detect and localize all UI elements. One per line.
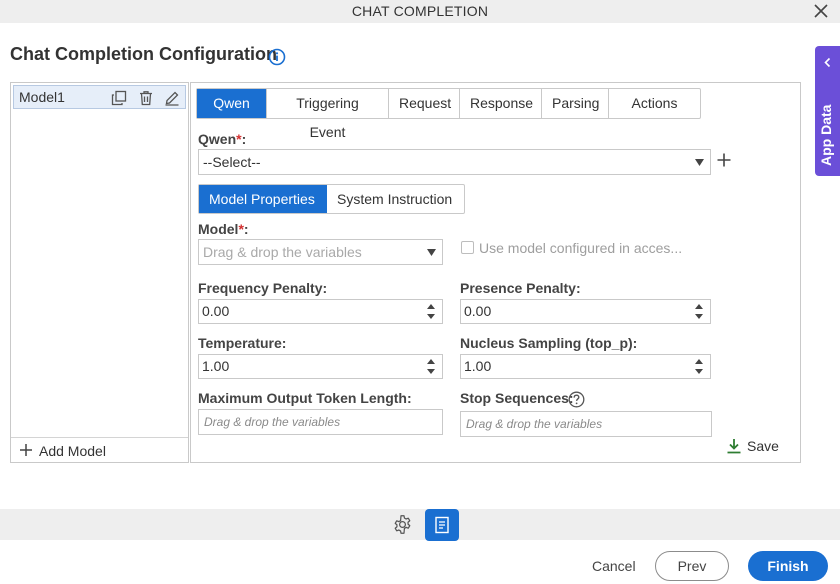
- model-label: Model*:: [198, 221, 249, 237]
- copy-icon[interactable]: [111, 90, 127, 106]
- config-panel: Qwen Triggering Event Request Response P…: [190, 82, 801, 463]
- caret-down-icon: [695, 159, 704, 166]
- temperature-label: Temperature:: [198, 335, 287, 351]
- document-view-button[interactable]: [425, 509, 459, 541]
- nucleus-sampling-value: 1.00: [464, 358, 492, 374]
- trash-icon[interactable]: [138, 90, 154, 106]
- stop-sequences-input[interactable]: Drag & drop the variables: [460, 411, 712, 437]
- subtab-system-instruction[interactable]: System Instruction: [327, 185, 464, 213]
- add-model-label: Add Model: [39, 443, 106, 459]
- tab-parsing[interactable]: Parsing: [542, 89, 609, 118]
- nucleus-sampling-label: Nucleus Sampling (top_p):: [460, 335, 638, 351]
- temperature-value: 1.00: [202, 358, 230, 374]
- presence-penalty-input[interactable]: 0.00: [460, 299, 711, 324]
- document-icon: [435, 516, 449, 534]
- frequency-penalty-label: Frequency Penalty:: [198, 280, 328, 296]
- qwen-connection-select[interactable]: --Select--: [198, 149, 711, 175]
- stop-sequences-placeholder: Drag & drop the variables: [466, 417, 603, 431]
- info-icon[interactable]: [268, 48, 286, 66]
- caret-down-icon: [427, 249, 436, 256]
- frequency-penalty-value: 0.00: [202, 303, 230, 319]
- max-token-length-input[interactable]: Drag & drop the variables: [198, 409, 443, 435]
- help-icon[interactable]: [568, 391, 585, 408]
- tab-qwen[interactable]: Qwen: [197, 89, 267, 118]
- tab-request[interactable]: Request: [389, 89, 460, 118]
- chevron-left-icon: [824, 57, 831, 68]
- gear-icon[interactable]: [392, 514, 413, 535]
- window-titlebar: CHAT COMPLETION: [0, 0, 840, 23]
- model-select[interactable]: Drag & drop the variables: [198, 239, 443, 265]
- spinner-icon[interactable]: [427, 358, 435, 375]
- plus-icon: [20, 444, 32, 456]
- add-model-button[interactable]: Add Model: [11, 437, 188, 462]
- finish-button[interactable]: Finish: [748, 551, 828, 581]
- presence-penalty-label: Presence Penalty:: [460, 280, 581, 296]
- subtab-model-properties[interactable]: Model Properties: [199, 185, 327, 213]
- presence-penalty-value: 0.00: [464, 303, 492, 319]
- spinner-icon[interactable]: [695, 303, 703, 320]
- checkbox-box[interactable]: [461, 241, 474, 254]
- app-data-tab[interactable]: App Data: [815, 46, 840, 176]
- download-icon: [727, 439, 741, 454]
- frequency-penalty-input[interactable]: 0.00: [198, 299, 443, 324]
- page-title: Chat Completion Configuration: [10, 44, 277, 64]
- prev-button[interactable]: Prev: [655, 551, 729, 581]
- use-model-label: Use model configured in acces...: [479, 240, 683, 256]
- nucleus-sampling-input[interactable]: 1.00: [460, 354, 711, 379]
- model-item-label: Model1: [19, 89, 65, 105]
- spinner-icon[interactable]: [695, 358, 703, 375]
- temperature-input[interactable]: 1.00: [198, 354, 443, 379]
- qwen-label: Qwen*:: [198, 131, 247, 147]
- cancel-button[interactable]: Cancel: [592, 558, 636, 574]
- close-icon[interactable]: [812, 2, 830, 20]
- config-tabs: Qwen Triggering Event Request Response P…: [196, 88, 701, 140]
- max-token-length-label: Maximum Output Token Length:: [198, 390, 412, 406]
- app-data-label: App Data: [818, 104, 834, 166]
- tab-triggering-event[interactable]: Triggering Event: [267, 89, 389, 140]
- window-title: CHAT COMPLETION: [351, 3, 489, 19]
- model-list-item[interactable]: Model1: [13, 85, 186, 109]
- edit-icon[interactable]: [164, 90, 180, 106]
- model-list-panel: Model1 Add Model: [10, 82, 189, 463]
- stop-sequences-label: Stop Sequences:: [460, 390, 574, 406]
- bottom-toolbar: [0, 509, 840, 541]
- tab-actions[interactable]: Actions: [609, 89, 700, 118]
- save-label: Save: [747, 438, 779, 454]
- model-select-placeholder: Drag & drop the variables: [203, 244, 362, 260]
- max-token-length-placeholder: Drag & drop the variables: [204, 415, 341, 429]
- model-subtabs: Model Properties System Instruction: [198, 184, 465, 214]
- add-connection-plus-icon[interactable]: [717, 153, 731, 167]
- tab-response[interactable]: Response: [460, 89, 542, 118]
- spinner-icon[interactable]: [427, 303, 435, 320]
- qwen-select-value: --Select--: [203, 154, 261, 170]
